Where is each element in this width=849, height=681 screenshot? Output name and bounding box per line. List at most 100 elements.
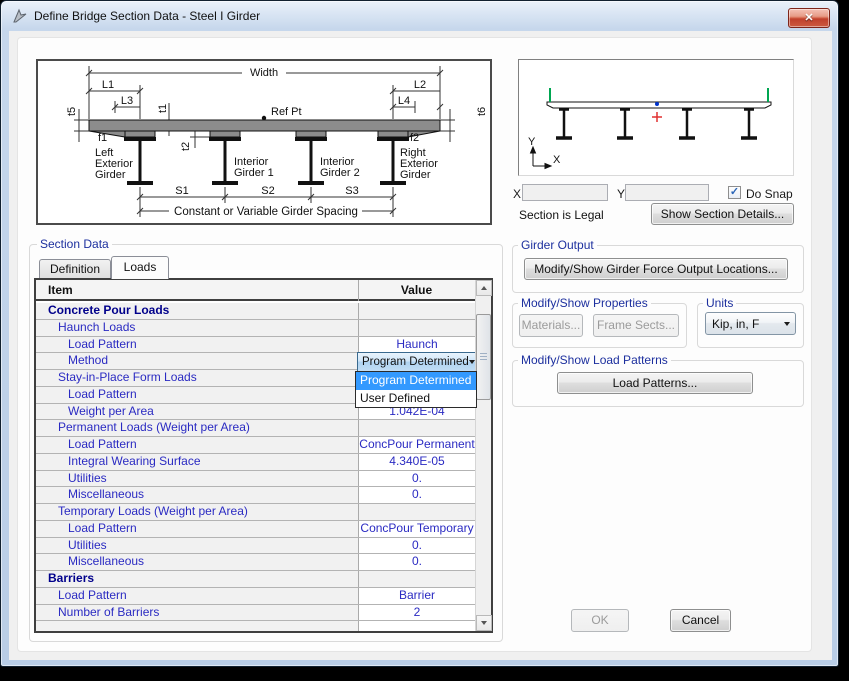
table-row: Utilities0.: [36, 538, 475, 555]
loads-table: Item Value Concrete Pour LoadsHaunch Loa…: [34, 278, 493, 633]
app-icon: [12, 8, 28, 24]
axis-y-label: Y: [528, 136, 536, 148]
row-label: Load Pattern: [36, 588, 358, 604]
svg-text:Girder 1: Girder 1: [234, 167, 274, 179]
scroll-down-button[interactable]: [476, 615, 492, 631]
row-value[interactable]: 4.340E-05: [358, 454, 475, 470]
section-data-caption: Section Data: [37, 237, 112, 251]
scroll-up-button[interactable]: [476, 280, 492, 296]
materials-button: Materials...: [519, 314, 583, 337]
dim-l4-label: L4: [398, 95, 410, 107]
row-value[interactable]: ConcPour Permanent: [358, 437, 475, 453]
row-value[interactable]: 0.: [358, 471, 475, 487]
row-label: [36, 621, 358, 631]
table-row: Load PatternHaunch: [36, 337, 475, 354]
arrow-up-icon: [481, 286, 487, 290]
row-value[interactable]: 0.: [358, 538, 475, 554]
section-status-text: Section is Legal: [519, 208, 604, 222]
dim-t5-label: t5: [66, 107, 78, 116]
coord-y-label: Y: [617, 187, 625, 201]
row-label: Barriers: [36, 571, 358, 587]
units-combo[interactable]: Kip, in, F: [705, 312, 796, 335]
row-value[interactable]: 2: [358, 605, 475, 621]
cursor-cross-icon: [652, 112, 662, 122]
dim-s2-label: S2: [261, 185, 274, 197]
girder-force-output-button[interactable]: Modify/Show Girder Force Output Location…: [524, 258, 788, 280]
scrollbar-thumb[interactable]: [476, 314, 491, 400]
section-diagram: Width L1 L2 L3 L4 t5 t6 t1 t2 f1 f2 Ref …: [36, 59, 492, 225]
thumb-grip-icon: [480, 353, 487, 361]
do-snap-label: Do Snap: [746, 187, 793, 201]
table-row: Temporary Loads (Weight per Area): [36, 504, 475, 521]
method-combo[interactable]: Program Determined: [357, 352, 475, 372]
dim-l1-label: L1: [102, 79, 114, 91]
load-patterns-caption: Modify/Show Load Patterns: [518, 353, 671, 367]
row-value[interactable]: 0.: [358, 554, 475, 570]
column-divider: [358, 280, 359, 301]
table-row: [36, 621, 475, 631]
row-value: [358, 303, 475, 319]
table-row: Integral Wearing Surface4.340E-05: [36, 454, 475, 471]
row-label: Temporary Loads (Weight per Area): [36, 504, 358, 520]
chevron-down-icon: [784, 322, 790, 326]
cancel-button[interactable]: Cancel: [670, 609, 731, 632]
show-section-details-button[interactable]: Show Section Details...: [651, 203, 794, 225]
load-patterns-button[interactable]: Load Patterns...: [557, 372, 753, 394]
tab-definition[interactable]: Definition: [39, 259, 111, 278]
close-button[interactable]: ✕: [788, 8, 830, 28]
ref-point-dot: [655, 102, 659, 106]
row-value: [358, 621, 475, 631]
tab-loads[interactable]: Loads: [111, 256, 169, 279]
frame-sects-button: Frame Sects...: [593, 314, 679, 337]
svg-text:Girder 2: Girder 2: [320, 167, 360, 179]
table-row: Haunch Loads: [36, 320, 475, 337]
do-snap-checkbox[interactable]: ✓: [728, 186, 741, 199]
row-label: Number of Barriers: [36, 605, 358, 621]
coord-y-field[interactable]: [625, 184, 709, 201]
dropdown-option[interactable]: User Defined: [356, 390, 476, 408]
row-label: Load Pattern: [36, 437, 358, 453]
row-value[interactable]: Barrier: [358, 588, 475, 604]
dim-width-label: Width: [250, 67, 278, 79]
method-combo-value: Program Determined: [358, 353, 469, 371]
table-row: Miscellaneous0.: [36, 554, 475, 571]
table-row: Permanent Loads (Weight per Area): [36, 420, 475, 437]
dim-l2-label: L2: [414, 79, 426, 91]
method-dropdown-list: Program DeterminedUser Defined: [355, 371, 477, 408]
dim-f1-label: f1: [98, 132, 107, 144]
dim-l3-label: L3: [121, 95, 133, 107]
units-caption: Units: [703, 296, 736, 310]
dropdown-option[interactable]: Program Determined: [356, 372, 476, 390]
row-value[interactable]: ConcPour Temporary: [358, 521, 475, 537]
ok-button: OK: [571, 609, 629, 632]
check-icon: ✓: [730, 186, 739, 198]
ref-pt-label: Ref Pt: [271, 106, 302, 118]
table-row: Number of Barriers2: [36, 605, 475, 622]
row-value[interactable]: Haunch: [358, 337, 475, 353]
row-value: [358, 571, 475, 587]
table-row: Concrete Pour Loads: [36, 303, 475, 320]
dim-s1-label: S1: [175, 185, 188, 197]
dim-t1-label: t1: [157, 104, 169, 113]
table-row: Utilities0.: [36, 471, 475, 488]
row-label: Method: [36, 353, 358, 369]
table-row: Barriers: [36, 571, 475, 588]
table-row: Load PatternBarrier: [36, 588, 475, 605]
row-label: Integral Wearing Surface: [36, 454, 358, 470]
window-title: Define Bridge Section Data - Steel I Gir…: [34, 9, 260, 23]
chevron-down-icon: [469, 360, 475, 364]
dim-s3-label: S3: [345, 185, 358, 197]
row-label: Permanent Loads (Weight per Area): [36, 420, 358, 436]
table-header: Item Value: [36, 280, 475, 301]
table-row: Miscellaneous0.: [36, 487, 475, 504]
svg-text:Girder: Girder: [400, 169, 431, 181]
coord-x-field[interactable]: [522, 184, 608, 201]
table-scrollbar[interactable]: [475, 280, 491, 631]
row-label: Concrete Pour Loads: [36, 303, 358, 319]
row-value[interactable]: Program Determined: [358, 353, 475, 369]
row-label: Miscellaneous: [36, 554, 358, 570]
titlebar[interactable]: Define Bridge Section Data - Steel I Gir…: [1, 1, 838, 31]
table-row: Load PatternConcPour Temporary: [36, 521, 475, 538]
row-value[interactable]: 0.: [358, 487, 475, 503]
row-label: Haunch Loads: [36, 320, 358, 336]
